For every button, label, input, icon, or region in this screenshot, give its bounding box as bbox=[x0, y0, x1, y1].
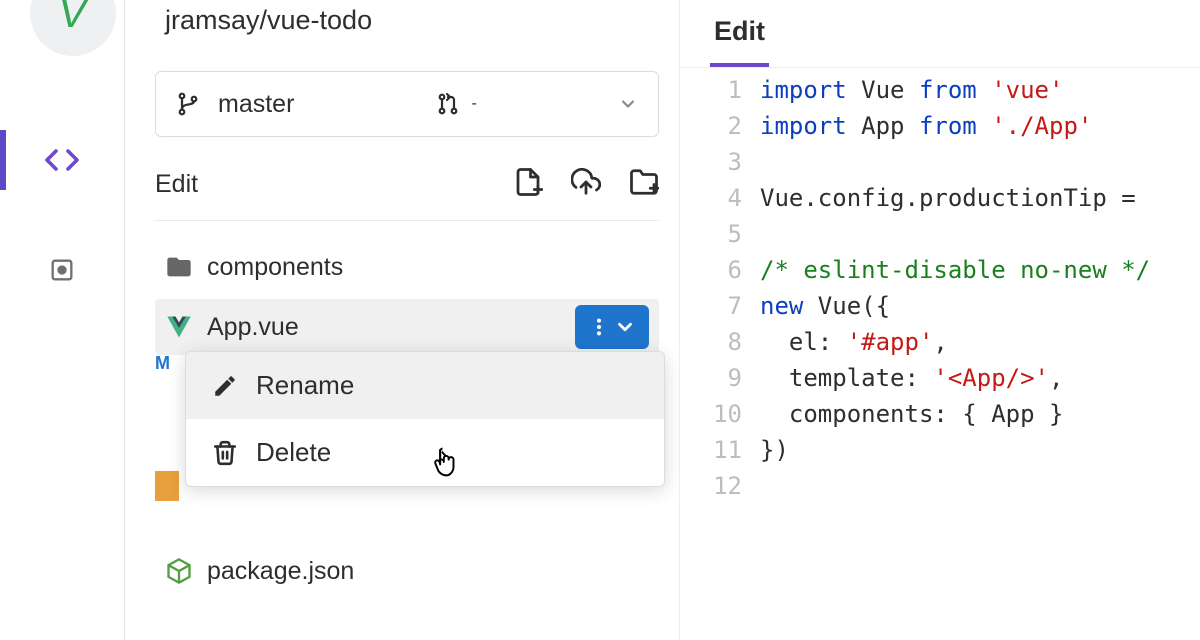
file-panel: jramsay/vue-todo master - Edit com bbox=[125, 0, 680, 640]
avatar-letter: V bbox=[55, 0, 91, 37]
hidden-row-fragment: M bbox=[155, 353, 170, 374]
branch-icon bbox=[176, 92, 200, 116]
panel-title: Edit bbox=[155, 170, 513, 199]
file-row-package[interactable]: package.json bbox=[155, 543, 659, 599]
code-icon[interactable] bbox=[42, 140, 82, 180]
merge-request-icon bbox=[436, 92, 460, 116]
file-context-menu: Rename Delete bbox=[185, 351, 665, 487]
left-rail: V bbox=[0, 0, 125, 640]
code-panel: Edit 123456789101112 import Vue from 'vu… bbox=[680, 0, 1200, 640]
chevron-down-icon bbox=[618, 94, 638, 114]
file-row-selected[interactable]: App.vue bbox=[155, 299, 659, 355]
editor-tab-edit[interactable]: Edit bbox=[710, 12, 769, 67]
new-file-icon[interactable] bbox=[513, 167, 543, 202]
menu-item-label: Delete bbox=[256, 437, 331, 468]
status-icon[interactable] bbox=[42, 250, 82, 290]
branch-select[interactable]: master - bbox=[155, 71, 659, 137]
upload-icon[interactable] bbox=[571, 167, 601, 202]
file-list: components App.vue M Rename Delete bbox=[155, 221, 659, 599]
menu-delete[interactable]: Delete bbox=[186, 419, 664, 486]
file-row-folder[interactable]: components bbox=[155, 239, 659, 295]
file-panel-header: Edit bbox=[155, 157, 659, 221]
pencil-icon bbox=[212, 373, 238, 399]
file-actions-dropdown[interactable] bbox=[575, 305, 649, 349]
hidden-row-fragment-2 bbox=[155, 471, 179, 501]
new-folder-icon[interactable] bbox=[629, 167, 659, 202]
menu-rename[interactable]: Rename bbox=[186, 352, 664, 419]
code-content: import Vue from 'vue'import App from './… bbox=[760, 72, 1200, 640]
nodejs-icon bbox=[165, 557, 193, 585]
menu-item-label: Rename bbox=[256, 370, 354, 401]
file-name: package.json bbox=[207, 557, 649, 586]
branch-name: master bbox=[218, 90, 294, 119]
project-avatar[interactable]: V bbox=[30, 0, 116, 56]
project-path[interactable]: jramsay/vue-todo bbox=[155, 0, 659, 71]
line-gutter: 123456789101112 bbox=[680, 72, 760, 640]
vue-file-icon bbox=[165, 313, 193, 341]
dots-vertical-icon bbox=[588, 316, 610, 338]
trash-icon bbox=[212, 440, 238, 466]
file-name: components bbox=[207, 253, 649, 282]
editor-tab-bar: Edit bbox=[680, 0, 1200, 67]
folder-icon bbox=[165, 253, 193, 281]
file-name: App.vue bbox=[207, 313, 561, 342]
chevron-down-icon bbox=[614, 316, 636, 338]
mr-indicator: - bbox=[436, 92, 477, 116]
code-editor[interactable]: 123456789101112 import Vue from 'vue'imp… bbox=[680, 67, 1200, 640]
